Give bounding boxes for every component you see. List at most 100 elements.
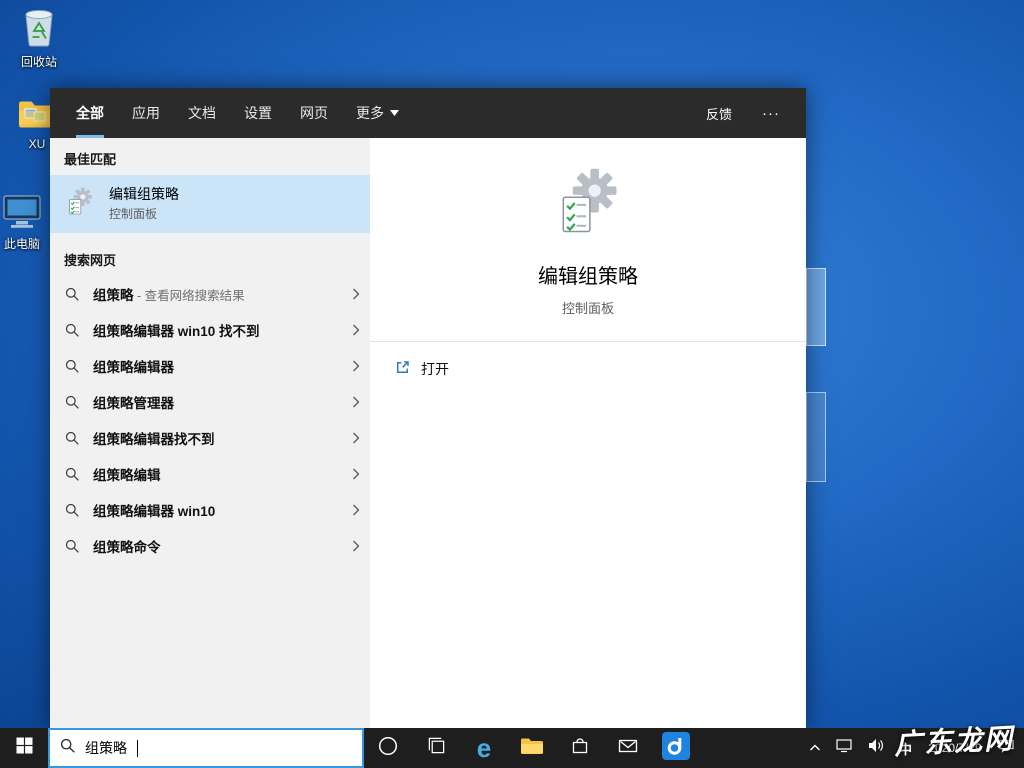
header-right-actions: 反馈 ··· (706, 88, 806, 138)
chevron-up-icon (809, 739, 821, 757)
search-filter-tabs: 全部 应用 文档 设置 网页 更多 (50, 88, 399, 138)
more-options-button[interactable]: ··· (762, 105, 780, 122)
desktop: 回收站 XU 此电脑 全部 应用 文档 设置 网页 更多 反馈 ··· 最佳匹配… (0, 0, 1024, 768)
result-detail-summary: 编辑组策略 控制面板 (370, 138, 806, 341)
open-icon (394, 359, 411, 379)
tab-settings[interactable]: 设置 (244, 88, 272, 138)
suggestion-text: 组策略编辑器 win10 找不到 (93, 324, 260, 339)
chevron-right-icon[interactable] (352, 432, 360, 444)
edge-logo: e (476, 733, 492, 763)
clock[interactable]: 2020/7/29 (919, 728, 991, 768)
search-flyout-body: 最佳匹配 编辑组策略 控制面板 搜索网页 组策略 - 查看网络搜索结果 组策略编… (50, 138, 806, 728)
best-match-subtitle: 控制面板 (109, 207, 158, 222)
chevron-right-icon[interactable] (352, 324, 360, 336)
detail-subtitle: 控制面板 (561, 301, 614, 316)
search-suggestion-row[interactable]: 组策略编辑器 win10 找不到 (50, 312, 370, 348)
tab-documents[interactable]: 文档 (188, 88, 216, 138)
background-window-fragment (806, 392, 826, 482)
desktop-icon-recycle-bin[interactable]: 回收站 (8, 6, 70, 69)
edge-icon[interactable]: e (460, 728, 508, 768)
file-explorer-icon[interactable] (508, 728, 556, 768)
network-icon (835, 738, 853, 758)
shopping-bag-icon (570, 736, 590, 761)
search-icon (65, 359, 80, 374)
tab-more[interactable]: 更多 (356, 88, 399, 138)
search-icon (65, 287, 80, 302)
best-match-title: 编辑组策略 (109, 185, 179, 202)
taskbar: 组策略 e 中 2020/7/29 (0, 728, 1024, 768)
result-detail-pane: 编辑组策略 控制面板 打开 (370, 138, 806, 728)
tab-more-label: 更多 (356, 105, 384, 121)
suggestion-text: 组策略编辑器 (93, 360, 174, 375)
ime-indicator[interactable]: 中 (892, 728, 919, 768)
text-caret (137, 739, 138, 757)
search-suggestion-row[interactable]: 组策略 - 查看网络搜索结果 (50, 276, 370, 312)
chevron-right-icon[interactable] (352, 540, 360, 552)
chevron-right-icon[interactable] (352, 468, 360, 480)
group-policy-icon (64, 186, 96, 223)
store-icon[interactable] (556, 728, 604, 768)
desktop-icon-label: 此电脑 (3, 237, 40, 251)
suggestion-text: 组策略管理器 (93, 396, 174, 411)
search-icon (65, 539, 80, 554)
tab-web[interactable]: 网页 (300, 88, 328, 138)
search-suggestion-row[interactable]: 组策略管理器 (50, 384, 370, 420)
desktop-icon-label: XU (28, 137, 46, 151)
search-icon (65, 395, 80, 410)
network-status-button[interactable] (828, 728, 860, 768)
tab-apps[interactable]: 应用 (132, 88, 160, 138)
results-list: 最佳匹配 编辑组策略 控制面板 搜索网页 组策略 - 查看网络搜索结果 组策略编… (50, 138, 370, 728)
search-suggestion-row[interactable]: 组策略编辑 (50, 456, 370, 492)
system-tray: 中 2020/7/29 (802, 728, 1024, 768)
start-button[interactable] (0, 728, 48, 768)
folder-icon (520, 736, 544, 761)
task-view-icon (427, 736, 446, 760)
best-match-item[interactable]: 编辑组策略 控制面板 (50, 175, 370, 233)
volume-button[interactable] (860, 728, 892, 768)
chevron-right-icon[interactable] (352, 288, 360, 300)
action-center-button[interactable] (991, 728, 1022, 768)
suggestion-text: 组策略编辑 (93, 468, 161, 483)
feedback-link[interactable]: 反馈 (706, 104, 732, 123)
desktop-icon-this-pc[interactable]: 此电脑 (0, 192, 53, 251)
web-search-header: 搜索网页 (64, 253, 117, 268)
chevron-right-icon[interactable] (352, 396, 360, 408)
cortana-circle-icon (377, 735, 399, 762)
chevron-right-icon[interactable] (352, 360, 360, 372)
search-icon (65, 431, 80, 446)
windows-logo-icon (16, 737, 33, 759)
mail-icon[interactable] (604, 728, 652, 768)
search-icon (65, 467, 80, 482)
suggestion-text: 组策略编辑器 win10 (93, 504, 216, 519)
search-suggestion-row[interactable]: 组策略命令 (50, 528, 370, 564)
suggestion-text: 组策略命令 (93, 540, 161, 555)
background-window-fragment (806, 268, 826, 346)
search-icon (60, 738, 76, 759)
search-icon (65, 323, 80, 338)
notification-icon (998, 738, 1015, 758)
search-suggestion-row[interactable]: 组策略编辑器 win10 (50, 492, 370, 528)
suggestion-text: 组策略编辑器找不到 (93, 432, 215, 447)
open-command[interactable]: 打开 (370, 342, 806, 396)
ime-label: 中 (898, 741, 912, 757)
tray-expand-button[interactable] (802, 728, 828, 768)
recycle-bin-icon (19, 6, 59, 53)
tab-all[interactable]: 全部 (76, 88, 104, 138)
computer-icon (0, 192, 44, 235)
open-label: 打开 (421, 361, 449, 377)
search-suggestion-row[interactable]: 组策略编辑器 (50, 348, 370, 384)
detail-title: 编辑组策略 (538, 266, 638, 288)
chevron-right-icon[interactable] (352, 504, 360, 516)
search-icon (65, 503, 80, 518)
search-flyout-header: 全部 应用 文档 设置 网页 更多 反馈 ··· (50, 88, 806, 138)
search-input-value: 组策略 (85, 740, 127, 756)
best-match-header: 最佳匹配 (64, 152, 117, 167)
search-suggestion-row[interactable]: 组策略编辑器找不到 (50, 420, 370, 456)
pinned-app-icon[interactable] (652, 728, 700, 768)
group-policy-icon-large (550, 168, 626, 245)
task-view-button[interactable] (412, 728, 460, 768)
taskbar-search-input[interactable]: 组策略 (48, 728, 364, 768)
suggestion-suffix: - 查看网络搜索结果 (133, 289, 245, 303)
cortana-button[interactable] (364, 728, 412, 768)
blue-app-logo (662, 731, 690, 765)
